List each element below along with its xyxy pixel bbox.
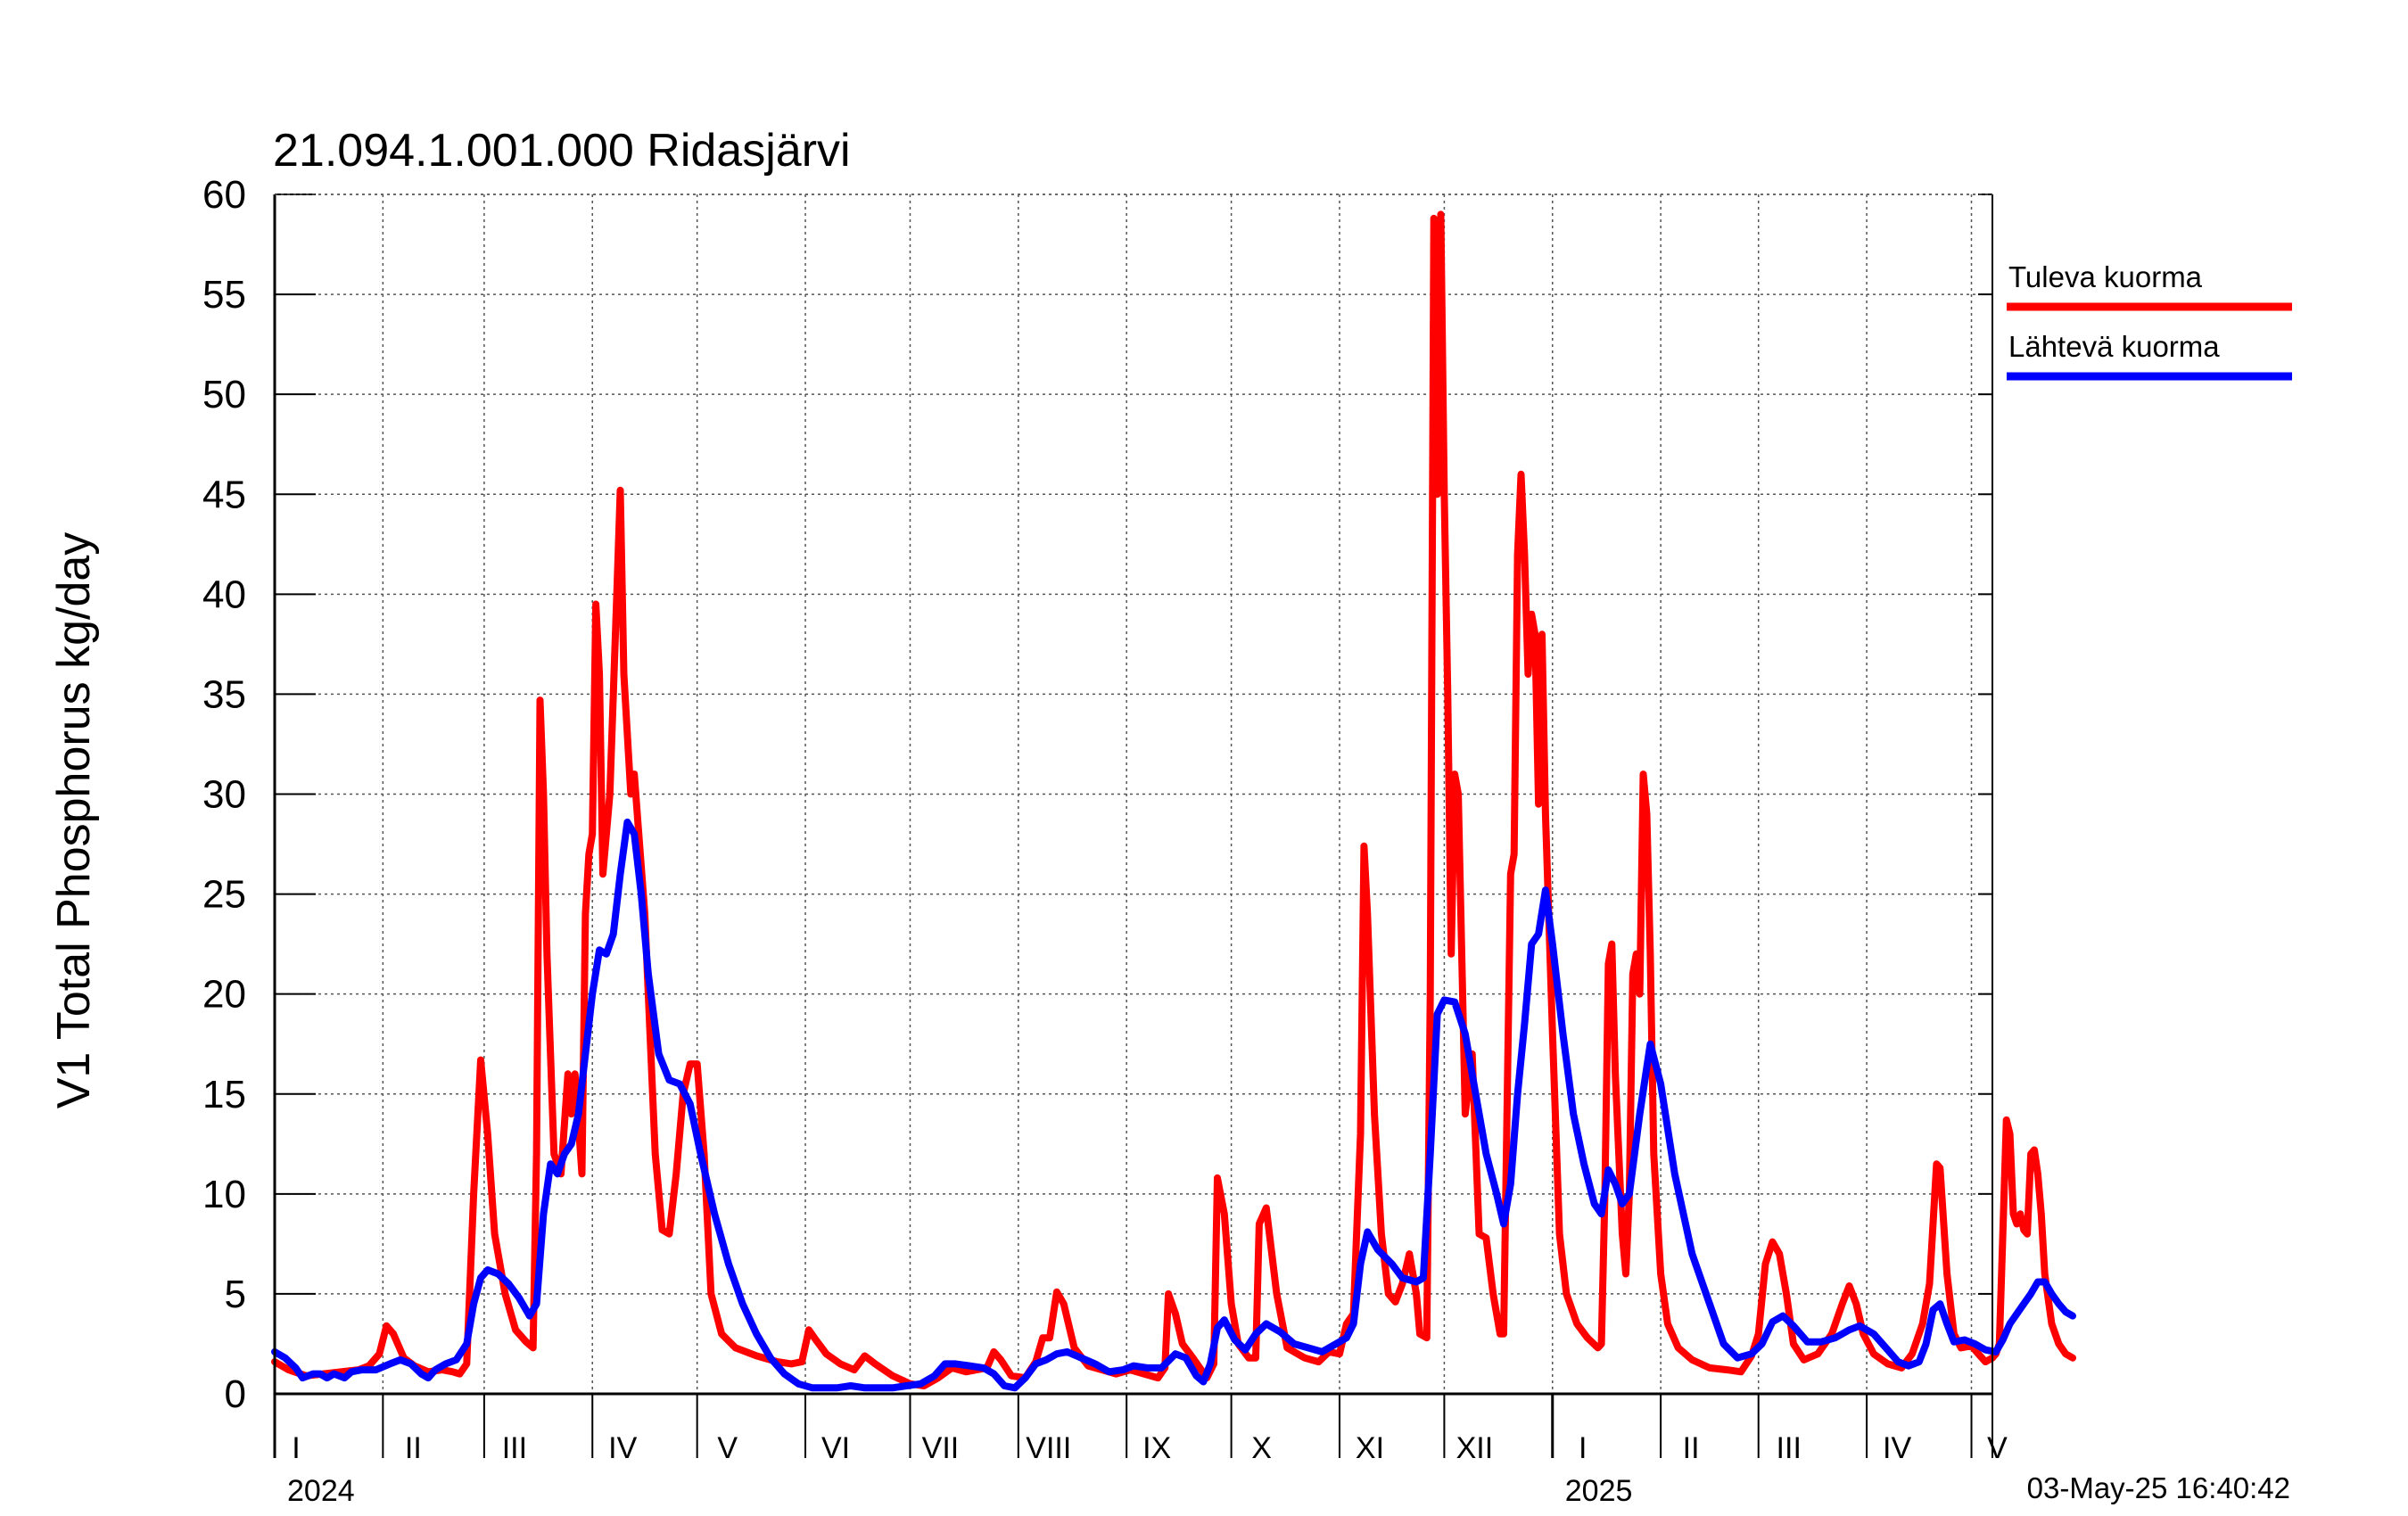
month-label: III (1777, 1431, 1802, 1465)
month-label: IV (1883, 1431, 1911, 1465)
month-label: II (1683, 1431, 1700, 1465)
legend: Tuleva kuorma Lähtevä kuorma (2007, 260, 2292, 381)
chart-title: 21.094.1.001.000 Ridasjärvi (273, 125, 851, 177)
month-label: VI (821, 1431, 850, 1465)
y-tick-label: 35 (202, 672, 246, 716)
month-label: IV (608, 1431, 637, 1465)
month-label: XII (1456, 1431, 1494, 1465)
y-tick-label: 0 (225, 1372, 246, 1416)
month-label: IX (1142, 1431, 1171, 1465)
y-tick-label: 45 (202, 473, 246, 516)
y-axis-label: V1 Total Phosphorus kg/day (48, 532, 100, 1109)
y-tick-label: 55 (202, 273, 246, 317)
month-label: I (292, 1431, 300, 1465)
timestamp: 03-May-25 16:40:42 (2027, 1471, 2290, 1504)
month-label: VII (922, 1431, 960, 1465)
month-label: XI (1356, 1431, 1384, 1465)
legend-label-2: Lähtevä kuorma (2008, 330, 2220, 363)
month-label: X (1251, 1431, 1272, 1465)
year-label: 2024 (287, 1474, 355, 1508)
y-tick-label: 10 (202, 1173, 246, 1216)
month-label: VIII (1026, 1431, 1071, 1465)
y-tick-label: 5 (225, 1273, 246, 1316)
x-tick-labels: I II III IV V VI VII VIII IX X XI XII I II III IV V2024 2… (287, 1431, 2008, 1508)
month-label: III (502, 1431, 527, 1465)
y-tick-label: 40 (202, 573, 246, 616)
plot-series (271, 210, 2076, 1392)
month-label: V (1987, 1431, 2008, 1465)
y-tick-label: 60 (202, 173, 246, 217)
month-label: II (405, 1431, 422, 1465)
year-label: 2025 (1565, 1474, 1633, 1508)
y-tick-label: 15 (202, 1073, 246, 1116)
y-tick-label: 20 (202, 973, 246, 1017)
chart-canvas: 21.094.1.001.000 Ridasjärvi V1 Total Pho… (48, 125, 2292, 1508)
month-label: I (1579, 1431, 1587, 1465)
y-tick-label: 50 (202, 373, 246, 416)
y-tick-labels: 0 5 10 15 20 25 30 35 40 45 50 55 60 (202, 173, 246, 1416)
y-tick-label: 30 (202, 773, 246, 817)
legend-label-1: Tuleva kuorma (2008, 260, 2203, 293)
month-label: V (717, 1431, 738, 1465)
y-tick-label: 25 (202, 873, 246, 917)
